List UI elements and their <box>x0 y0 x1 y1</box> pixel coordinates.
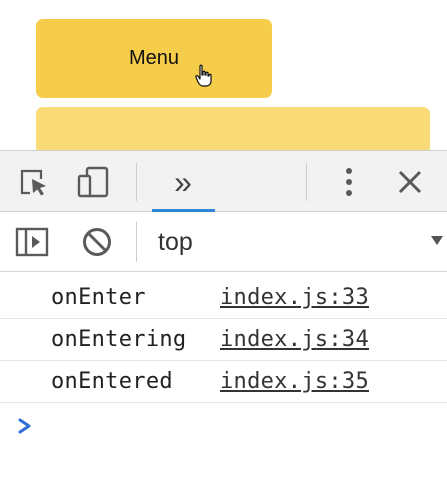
hand-pointer-icon <box>195 64 212 87</box>
log-source-link[interactable]: index.js:35 <box>220 369 369 394</box>
log-source-link[interactable]: index.js:34 <box>220 327 369 352</box>
chevron-down-icon[interactable] <box>431 236 443 246</box>
page-preview: Menu <box>0 0 447 150</box>
more-tabs-icon[interactable]: » <box>165 165 201 199</box>
console-log-row: onEntered index.js:35 <box>0 361 447 403</box>
kebab-menu-icon[interactable] <box>331 165 367 199</box>
menu-button[interactable]: Menu <box>36 19 272 98</box>
toolbar-separator <box>306 163 307 201</box>
menu-panel <box>36 107 430 150</box>
sidebar-toggle-icon[interactable] <box>14 225 50 259</box>
console-log-row: onEnter index.js:33 <box>0 277 447 319</box>
menu-button-label: Menu <box>128 47 180 69</box>
log-message: onEnter <box>51 285 146 310</box>
inspect-element-icon[interactable] <box>16 165 52 199</box>
devtools-toolbar: » <box>0 150 447 212</box>
context-selector[interactable]: top <box>158 228 193 257</box>
log-message: onEntered <box>51 369 173 394</box>
console-prompt-icon[interactable] <box>15 414 35 438</box>
toolbar-separator <box>136 222 137 262</box>
log-message: onEntering <box>51 327 187 352</box>
device-toolbar-icon[interactable] <box>76 165 112 199</box>
console-filter-bar: top <box>0 212 447 272</box>
close-icon[interactable] <box>392 165 428 199</box>
toolbar-separator <box>136 163 137 201</box>
console-log-row: onEntering index.js:34 <box>0 319 447 361</box>
more-tabs-label: » <box>174 164 192 200</box>
log-source-link[interactable]: index.js:33 <box>220 285 369 310</box>
clear-console-icon[interactable] <box>79 225 115 259</box>
